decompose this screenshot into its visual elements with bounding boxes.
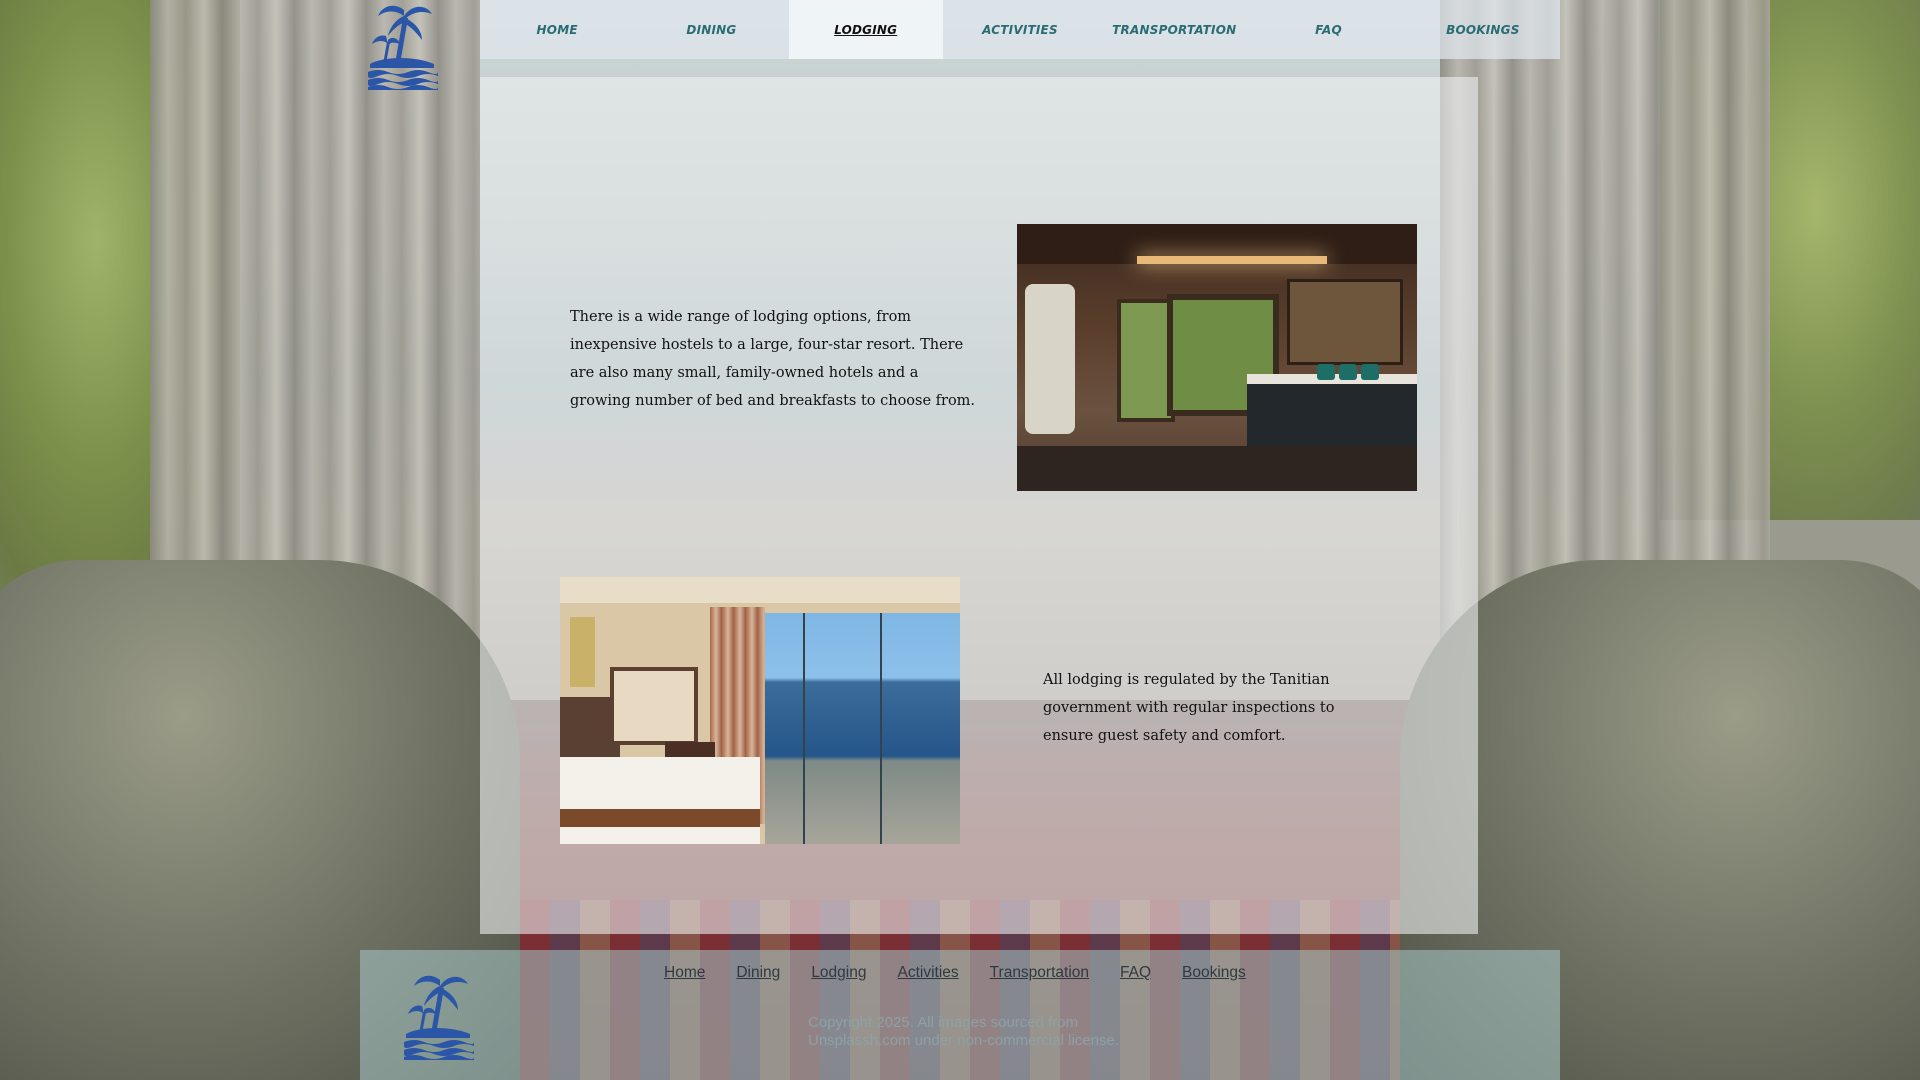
footer-link-activities[interactable]: Activities — [897, 964, 958, 982]
footer-nav: Home Dining Lodging Activities Transport… — [664, 964, 1246, 982]
lodging-regulation-text: All lodging is regulated by the Tanitian… — [1043, 672, 1335, 744]
copyright-text: Copyright 2025. All images sourced from … — [808, 1014, 1119, 1049]
footer-link-faq[interactable]: FAQ — [1120, 964, 1151, 982]
palm-island-logo-icon — [404, 975, 474, 1060]
footer: Home Dining Lodging Activities Transport… — [360, 950, 1560, 1080]
header-logo[interactable] — [364, 2, 440, 90]
footer-link-lodging[interactable]: Lodging — [811, 964, 866, 982]
nav-item-dining[interactable]: Dining — [634, 0, 788, 59]
nav-item-activities[interactable]: Activities — [943, 0, 1097, 59]
nav-item-home[interactable]: Home — [480, 0, 634, 59]
nav-item-lodging[interactable]: Lodging — [788, 0, 943, 59]
nav-item-transportation[interactable]: Transportation — [1097, 0, 1251, 59]
footer-link-dining[interactable]: Dining — [736, 964, 780, 982]
footer-logo[interactable] — [400, 972, 476, 1060]
footer-link-bookings[interactable]: Bookings — [1182, 964, 1246, 982]
footer-link-transportation[interactable]: Transportation — [990, 964, 1089, 982]
footer-link-home[interactable]: Home — [664, 964, 705, 982]
nav-item-bookings[interactable]: Bookings — [1406, 0, 1560, 59]
lodging-options-text: There is a wide range of lodging options… — [570, 309, 976, 409]
content-panel: There is a wide range of lodging options… — [480, 77, 1478, 934]
palm-island-logo-icon — [368, 5, 438, 90]
hotel-room-image — [1017, 224, 1417, 491]
ocean-view-room-image — [560, 577, 960, 844]
nav-item-faq[interactable]: FAQ — [1251, 0, 1405, 59]
main-nav: Home Dining Lodging Activities Transport… — [480, 0, 1560, 59]
